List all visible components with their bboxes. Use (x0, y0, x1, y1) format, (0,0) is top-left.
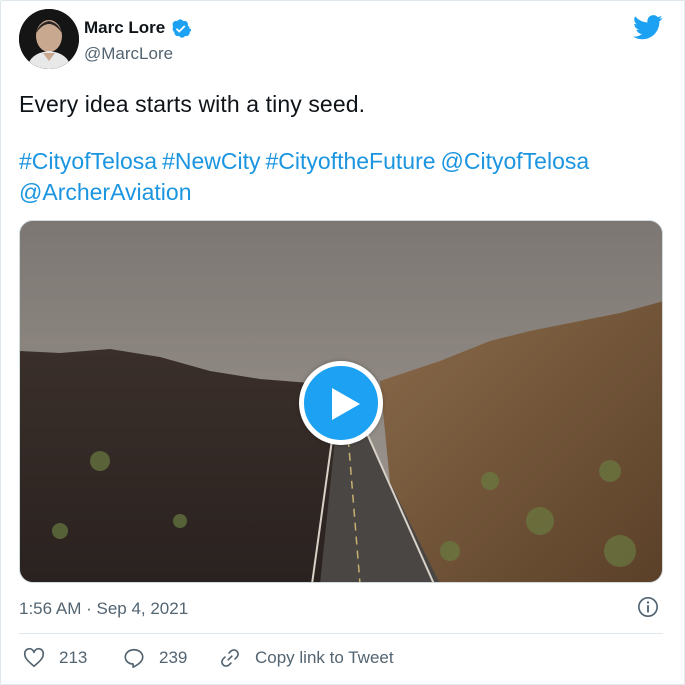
link-icon (221, 649, 239, 667)
mention-link[interactable]: @ArcherAviation (19, 179, 192, 205)
info-icon[interactable] (637, 596, 659, 618)
tweet-card: Marc Lore @MarcLore Every idea starts wi… (0, 0, 685, 685)
hashtag-link[interactable]: #CityofTelosa (19, 148, 157, 174)
author-name-row[interactable]: Marc Lore (84, 17, 192, 39)
author-handle[interactable]: @MarcLore (84, 43, 173, 65)
reply-bubble-icon (124, 648, 144, 668)
play-icon (332, 388, 360, 420)
mention-link[interactable]: @CityofTelosa (441, 148, 590, 174)
copy-link-button[interactable]: Copy link to Tweet (219, 646, 394, 670)
reply-button[interactable]: 239 (123, 646, 187, 670)
tweet-timestamp[interactable]: 1:56 AM · Sep 4, 2021 (19, 598, 188, 620)
verified-badge-icon (172, 18, 192, 38)
video-player[interactable] (19, 220, 663, 583)
like-count: 213 (59, 648, 88, 667)
author-name[interactable]: Marc Lore (84, 17, 165, 39)
like-button[interactable]: 213 (23, 646, 87, 670)
twitter-bird-icon[interactable] (633, 15, 663, 40)
play-button[interactable] (299, 361, 383, 445)
reply-count: 239 (159, 648, 188, 667)
avatar-image (19, 9, 79, 69)
heart-icon (23, 647, 45, 668)
avatar[interactable] (19, 9, 79, 69)
tweet-links: #CityofTelosa #NewCity #CityoftheFuture @Ci… (19, 146, 669, 208)
hashtag-link[interactable]: #NewCity (162, 148, 260, 174)
tweet-text: Every idea starts with a tiny seed. (19, 91, 366, 117)
divider (19, 633, 663, 634)
hashtag-link[interactable]: #CityoftheFuture (266, 148, 436, 174)
copy-link-label: Copy link to Tweet (255, 648, 394, 667)
